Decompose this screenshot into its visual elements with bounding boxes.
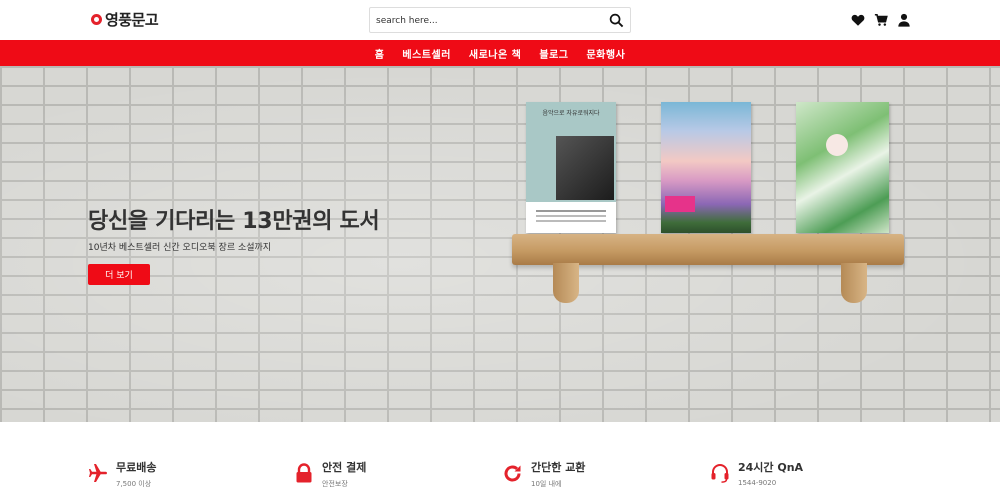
feature-easy-exchange: 간단한 교환 10일 내에 xyxy=(503,461,585,489)
book-cover-figure xyxy=(826,134,848,156)
hero-title: 당신을 기다리는 13만권의 도서 xyxy=(88,209,380,234)
book-cover-sakamoto[interactable]: 음악으로 자유로워지다 xyxy=(526,102,616,233)
airplane-icon xyxy=(88,463,108,483)
book-cover-text-lines xyxy=(536,210,606,212)
feature-title: 간단한 교환 xyxy=(531,461,586,474)
feature-title: 무료배송 xyxy=(116,461,157,474)
book-cover-photo xyxy=(556,136,614,200)
refresh-icon xyxy=(503,463,523,483)
more-button[interactable]: 더 보기 xyxy=(88,264,150,285)
feature-strip: 무료배송 7,500 이상 안전 결제 안전보장 간단한 교환 10일 내에 2… xyxy=(0,422,1000,496)
lock-icon xyxy=(294,463,314,483)
nav-item-bestseller[interactable]: 베스트셀러 xyxy=(402,46,451,61)
user-icon[interactable] xyxy=(897,12,911,27)
nav-item-events[interactable]: 문화행사 xyxy=(586,46,625,61)
hero-subtitle: 10년차 베스트셀러 신간 오디오북 장르 소설까지 xyxy=(88,243,272,253)
nav-item-new-books[interactable]: 새로나온 책 xyxy=(469,46,521,61)
nav-item-home[interactable]: 홈 xyxy=(375,46,385,61)
logo-text: 영풍문고 xyxy=(105,11,159,29)
main-nav: 홈 베스트셀러 새로나온 책 블로그 문화행사 xyxy=(0,40,1000,66)
book-cover-green[interactable] xyxy=(796,102,889,233)
feature-title: 안전 결제 xyxy=(322,461,367,474)
shelf-bracket-left xyxy=(553,263,579,303)
feature-qna: 24시간 QnA 1544-9020 xyxy=(710,461,803,487)
heart-icon[interactable] xyxy=(851,12,865,26)
shelf-bracket-right xyxy=(841,263,867,303)
site-header: 영풍문고 xyxy=(0,0,1000,40)
search-box xyxy=(369,7,631,33)
feature-title: 24시간 QnA xyxy=(738,461,804,474)
feature-subtitle: 1544-9020 xyxy=(738,479,777,487)
cart-icon[interactable] xyxy=(874,12,888,26)
search-icon[interactable] xyxy=(609,13,624,28)
header-icons xyxy=(851,12,911,27)
book-cover-band xyxy=(665,196,695,212)
book-cover-title: 음악으로 자유로워지다 xyxy=(542,110,600,117)
nav-item-blog[interactable]: 블로그 xyxy=(539,46,568,61)
feature-secure-payment: 안전 결제 안전보장 xyxy=(294,461,366,489)
feature-subtitle: 안전보장 xyxy=(322,480,348,488)
logo[interactable]: 영풍문고 xyxy=(91,9,159,30)
book-cover-sky[interactable] xyxy=(661,102,751,233)
feature-subtitle: 10일 내에 xyxy=(531,480,562,488)
search-input[interactable] xyxy=(376,12,601,29)
feature-subtitle: 7,500 이상 xyxy=(116,480,152,488)
hero-banner: 당신을 기다리는 13만권의 도서 10년차 베스트셀러 신간 오디오북 장르 … xyxy=(0,66,1000,422)
headset-icon xyxy=(710,463,730,483)
wooden-shelf xyxy=(512,234,904,265)
feature-free-shipping: 무료배송 7,500 이상 xyxy=(88,461,156,489)
logo-mark-icon xyxy=(91,14,102,25)
